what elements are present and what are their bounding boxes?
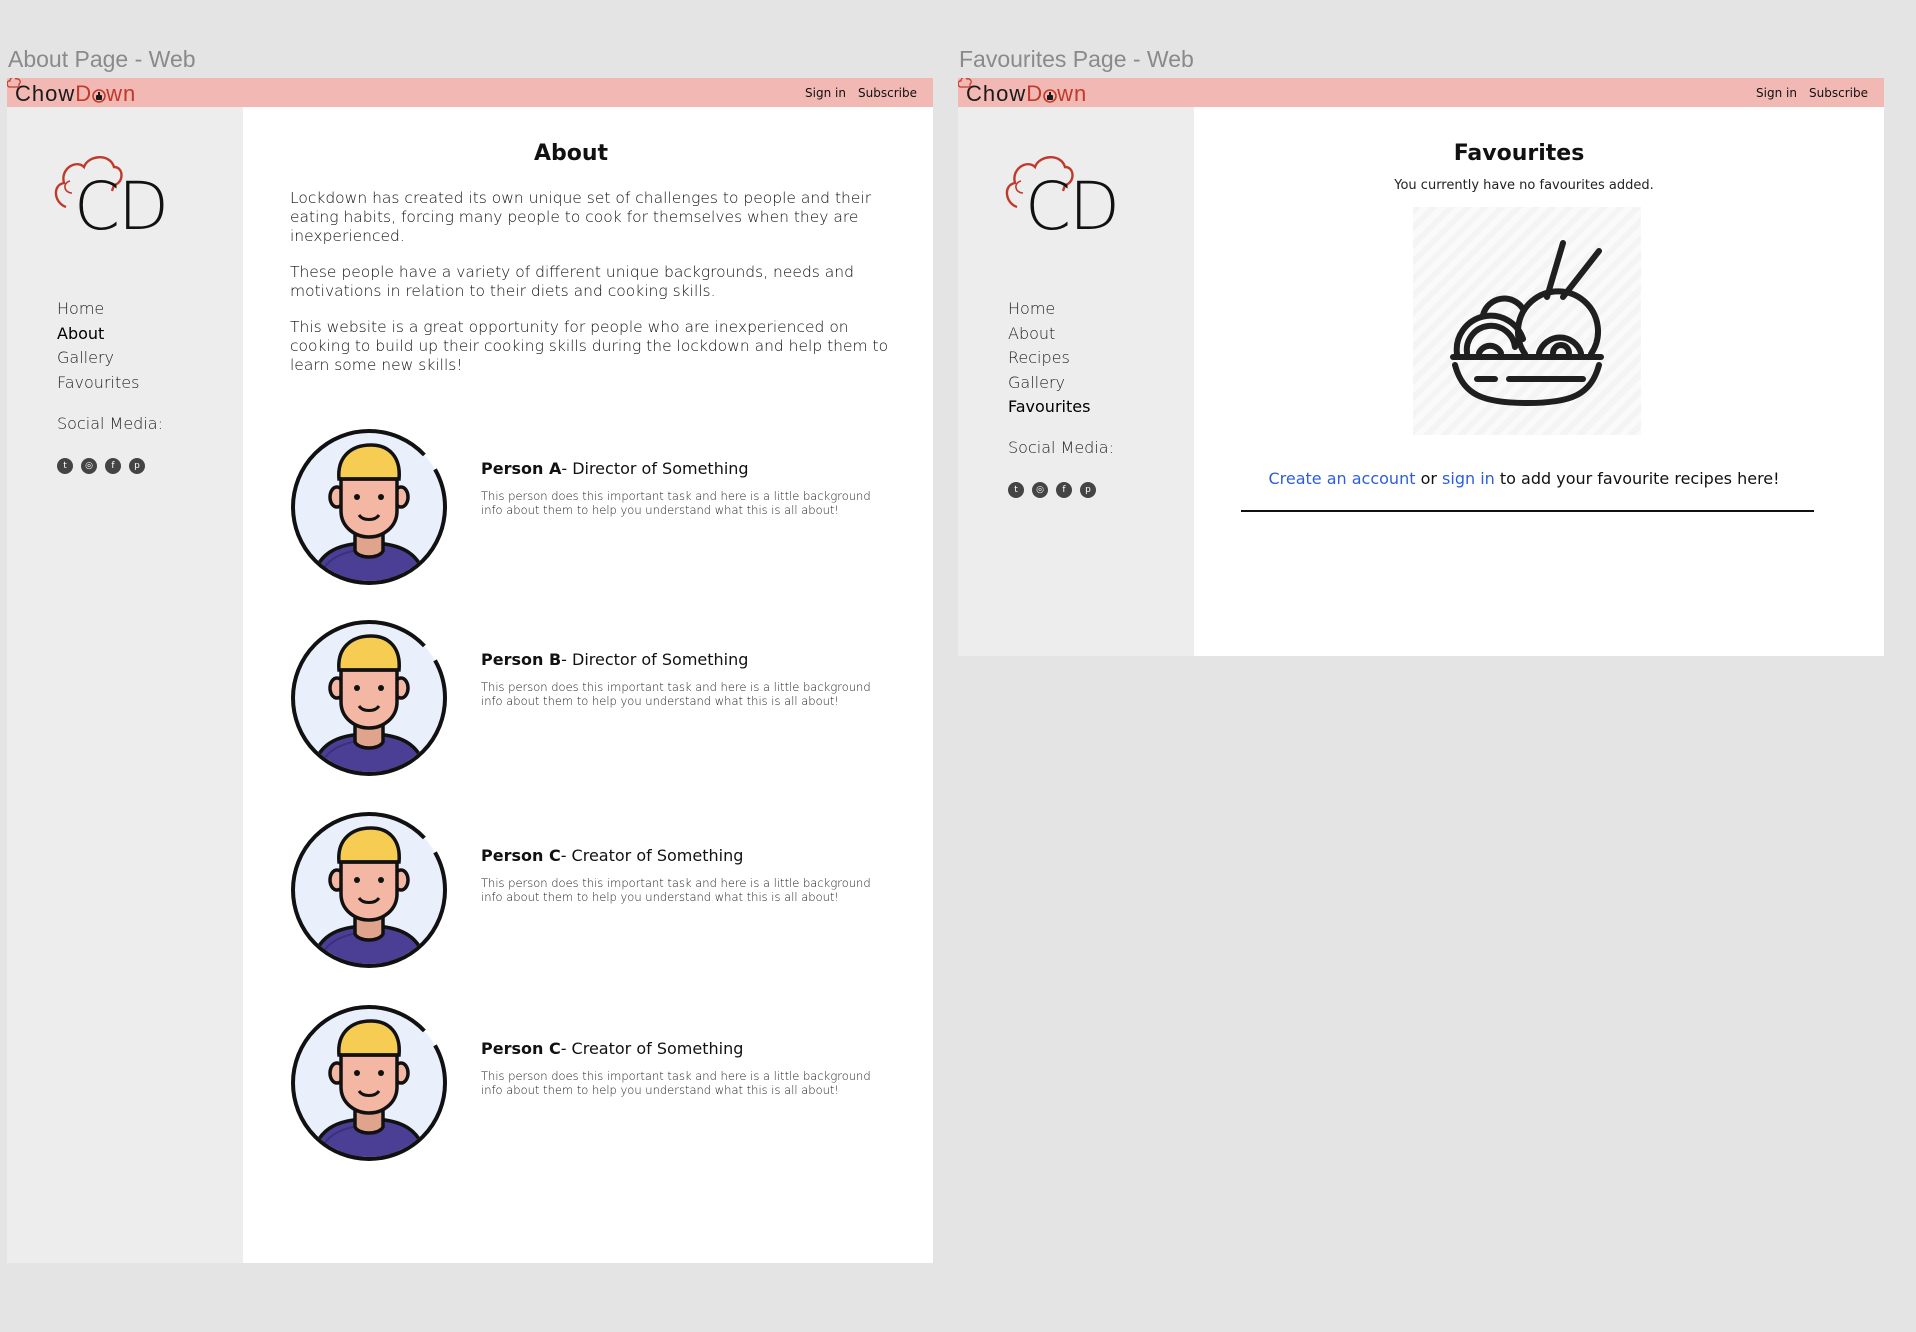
sign-in-link[interactable]: Sign in	[805, 86, 846, 100]
sign-in-link[interactable]: Sign in	[1756, 86, 1797, 100]
about-paragraph-2: These people have a variety of different…	[290, 263, 854, 300]
about-paragraph-3: This website is a great opportunity for …	[290, 318, 889, 374]
page-title: About	[533, 141, 609, 166]
favourites-cta: Create an account or sign in to add your…	[1194, 469, 1854, 488]
sidebar: CD Home About Gallery Favourites Social …	[7, 107, 243, 1263]
twitter-icon[interactable]: t	[57, 458, 73, 474]
nav-gallery[interactable]: Gallery	[57, 346, 139, 371]
pinterest-icon[interactable]: p	[1080, 482, 1096, 498]
brand-part2a: D	[1026, 81, 1044, 106]
nav-about[interactable]: About	[57, 322, 139, 347]
noodle-bowl-placeholder	[1413, 207, 1641, 435]
nav-recipes[interactable]: Recipes	[1008, 346, 1090, 371]
about-main: About Lockdown has created its own uniqu…	[243, 107, 933, 1263]
noodle-bowl-icon	[1450, 240, 1604, 406]
facebook-icon[interactable]: f	[105, 458, 121, 474]
cd-logo[interactable]: CD	[52, 153, 192, 243]
team-member-card: Person C- Creator of Something This pers…	[289, 810, 909, 970]
person-avatar-icon	[289, 427, 449, 587]
top-bar: ChowD wn Sign in Subscribe	[958, 78, 1884, 107]
cta-or-text: or	[1415, 469, 1443, 488]
twitter-icon[interactable]: t	[1008, 482, 1024, 498]
social-media-label: Social Media:	[57, 414, 163, 433]
facebook-icon[interactable]: f	[1056, 482, 1072, 498]
nav-favourites[interactable]: Favourites	[1008, 395, 1090, 420]
person-avatar-icon	[289, 1003, 449, 1163]
create-account-link[interactable]: Create an account	[1268, 469, 1415, 488]
sign-in-inline-link[interactable]: sign in	[1442, 469, 1495, 488]
team-member-card: Person A- Director of Something This per…	[289, 427, 909, 587]
about-page-frame: ChowD wn Sign in Subscribe CD Home About …	[7, 78, 933, 1263]
instagram-icon[interactable]: ◎	[81, 458, 97, 474]
brand-part2b: wn	[106, 81, 137, 106]
pinterest-icon[interactable]: p	[129, 458, 145, 474]
favourites-main: Favourites You currently have no favouri…	[1194, 107, 1884, 656]
person-description: This person does this important task and…	[481, 876, 871, 904]
person-name: Person A- Director of Something	[481, 459, 749, 478]
person-name: Person C- Creator of Something	[481, 846, 744, 865]
brand-part1: Chow	[15, 81, 76, 106]
about-paragraph-1: Lockdown has created its own unique set …	[290, 189, 872, 245]
favourites-page-frame: ChowD wn Sign in Subscribe CD Home About …	[958, 78, 1884, 656]
subscribe-link[interactable]: Subscribe	[858, 86, 917, 100]
nav-favourites[interactable]: Favourites	[57, 371, 139, 396]
person-description: This person does this important task and…	[481, 1069, 871, 1097]
person-avatar-icon	[289, 810, 449, 970]
person-name: Person C- Creator of Something	[481, 1039, 744, 1058]
brand-part1: Chow	[966, 81, 1027, 106]
social-media-label: Social Media:	[1008, 438, 1114, 457]
social-icons: t ◎ f p	[1008, 482, 1096, 498]
logo-text: CD	[74, 168, 169, 245]
page-title: Favourites	[1453, 141, 1585, 166]
empty-favourites-message: You currently have no favourites added.	[1394, 178, 1654, 193]
social-icons: t ◎ f p	[57, 458, 145, 474]
nav-gallery[interactable]: Gallery	[1008, 371, 1090, 396]
brand-part2a: D	[75, 81, 93, 106]
instagram-icon[interactable]: ◎	[1032, 482, 1048, 498]
top-bar: ChowD wn Sign in Subscribe	[7, 78, 933, 107]
person-avatar-icon	[289, 618, 449, 778]
about-frame-title: About Page - Web	[8, 46, 196, 72]
chef-hat-icon	[958, 78, 972, 88]
brand-part2b: wn	[1057, 81, 1088, 106]
pot-icon	[1043, 89, 1057, 103]
subscribe-link[interactable]: Subscribe	[1809, 86, 1868, 100]
person-name: Person B- Director of Something	[481, 650, 749, 669]
brand-wordmark[interactable]: ChowD wn	[958, 78, 1088, 106]
nav-home[interactable]: Home	[57, 297, 139, 322]
favourites-frame-title: Favourites Page - Web	[959, 46, 1194, 72]
nav-about[interactable]: About	[1008, 322, 1090, 347]
logo-text: CD	[1025, 168, 1120, 245]
cd-logo[interactable]: CD	[1003, 153, 1143, 243]
sidebar-nav: Home About Recipes Gallery Favourites	[1008, 297, 1090, 420]
brand-wordmark[interactable]: ChowD wn	[7, 78, 137, 106]
cta-tail-text: to add your favourite recipes here!	[1494, 469, 1780, 488]
chef-hat-icon	[7, 78, 21, 88]
nav-home[interactable]: Home	[1008, 297, 1090, 322]
sidebar: CD Home About Recipes Gallery Favourites…	[958, 107, 1194, 656]
person-description: This person does this important task and…	[481, 489, 871, 517]
divider	[1241, 510, 1814, 512]
team-member-card: Person C- Creator of Something This pers…	[289, 1003, 909, 1163]
pot-icon	[92, 89, 106, 103]
person-description: This person does this important task and…	[481, 680, 871, 708]
team-member-card: Person B- Director of Something This per…	[289, 618, 909, 778]
sidebar-nav: Home About Gallery Favourites	[57, 297, 139, 395]
